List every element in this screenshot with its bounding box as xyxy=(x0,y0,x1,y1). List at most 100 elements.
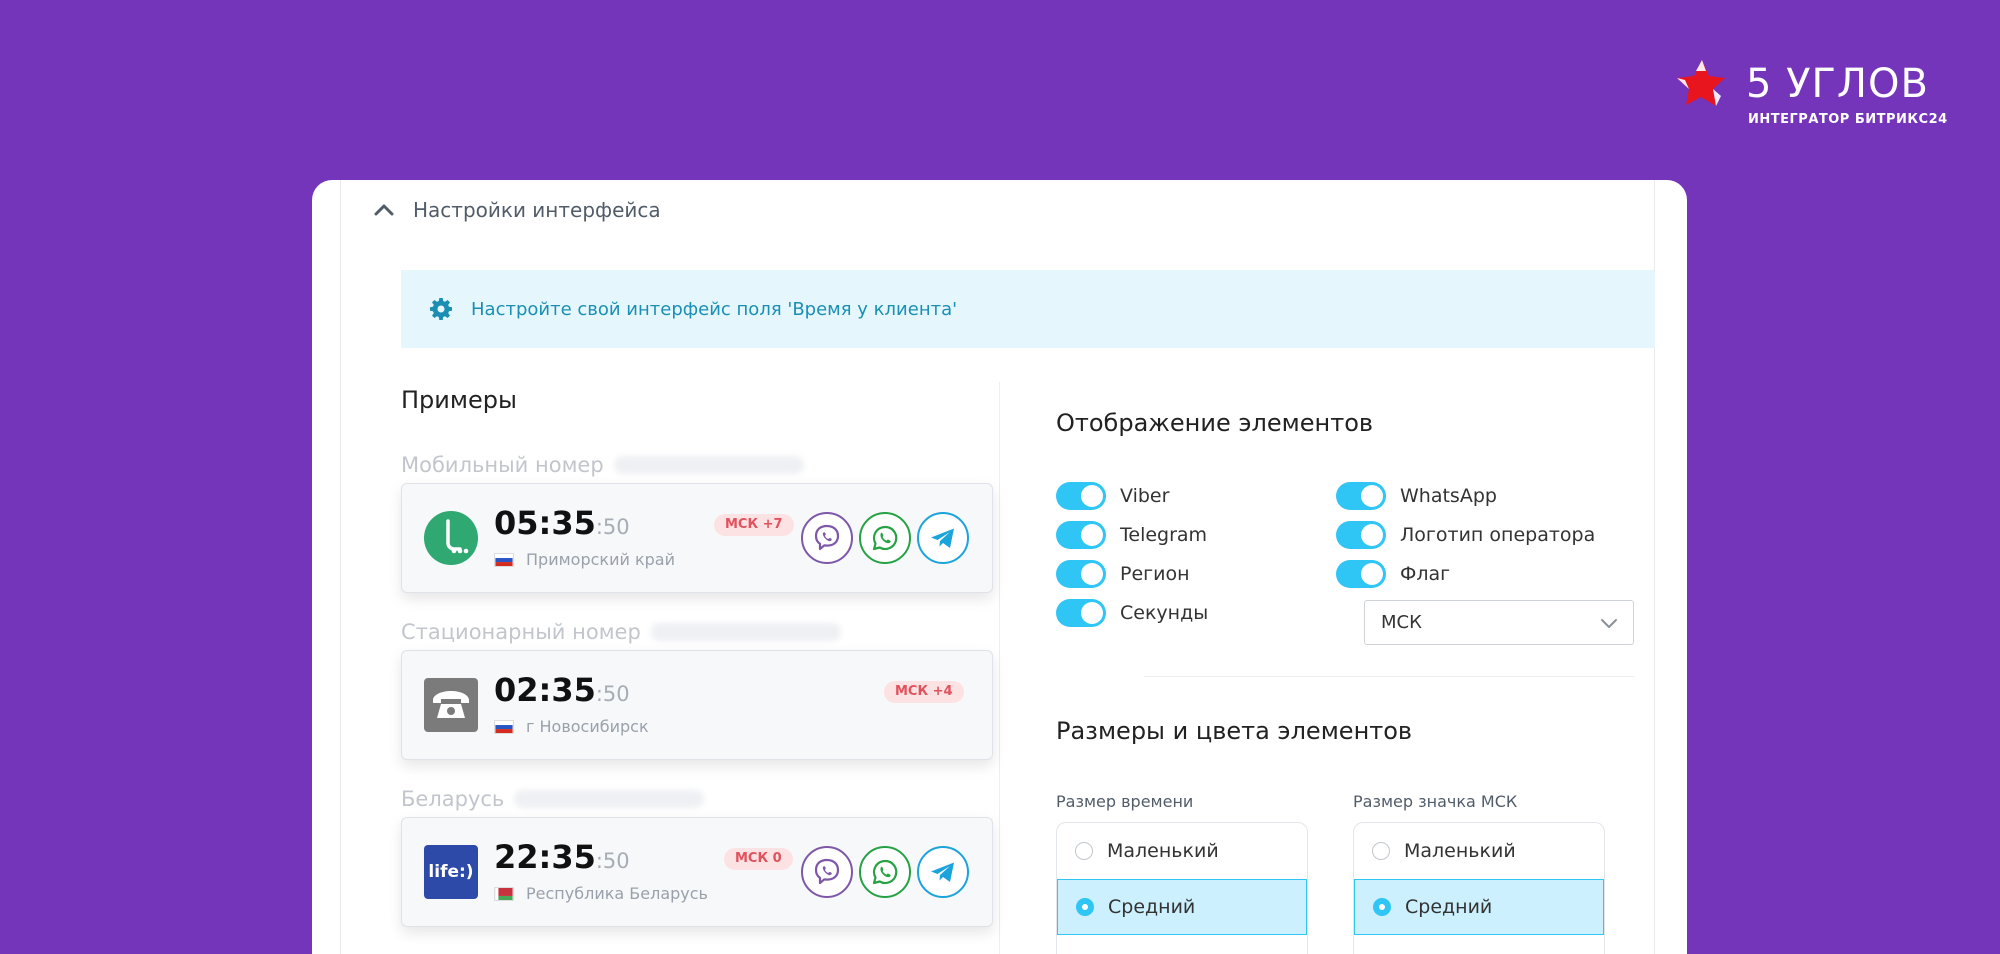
radio-button[interactable] xyxy=(1373,898,1391,916)
region: Приморский край xyxy=(494,550,675,569)
toggle-switch[interactable] xyxy=(1056,599,1106,627)
blurred-phone-number xyxy=(613,456,804,474)
toggle-switch[interactable] xyxy=(1056,482,1106,510)
radio-button[interactable] xyxy=(1075,842,1093,860)
viber-icon xyxy=(814,858,840,885)
radio-button[interactable] xyxy=(1372,842,1390,860)
toggle-switch[interactable] xyxy=(1336,482,1386,510)
toggle-operator-logo[interactable]: Логотип оператора xyxy=(1336,521,1595,549)
radio-label: Средний xyxy=(1108,896,1196,918)
radio-label: Маленький xyxy=(1404,840,1516,862)
msk-size-group: Маленький Средний xyxy=(1353,822,1605,954)
toggle-switch[interactable] xyxy=(1336,521,1386,549)
toggle-switch[interactable] xyxy=(1336,560,1386,588)
region: Республика Беларусь xyxy=(494,884,708,903)
toggle-flag[interactable]: Флаг xyxy=(1336,560,1450,588)
radio-medium[interactable]: Средний xyxy=(1057,879,1307,935)
toggle-label: Флаг xyxy=(1400,563,1451,585)
blurred-phone-number xyxy=(650,623,841,641)
section-toggle[interactable]: Настройки интерфейса xyxy=(373,192,661,228)
landline-phone-icon xyxy=(424,678,478,732)
toggle-region[interactable]: Регион xyxy=(1056,560,1190,588)
russia-flag-icon xyxy=(494,719,514,734)
toggle-seconds[interactable]: Секунды xyxy=(1056,599,1208,627)
toggle-label: Telegram xyxy=(1120,524,1208,546)
brand-subtitle: ИНТЕГРАТОР БИТРИКС24 xyxy=(1748,112,1948,127)
example-label-text: Стационарный номер xyxy=(401,620,641,644)
local-time: 05:35:50 xyxy=(494,504,630,542)
toggle-label: Регион xyxy=(1120,563,1190,585)
info-text: Настройте свой интерфейс поля 'Время у к… xyxy=(471,298,958,320)
life-logo: life:) xyxy=(424,845,478,899)
viber-button[interactable] xyxy=(801,512,853,564)
msk-badge: МСК +4 xyxy=(884,681,964,703)
telegram-button[interactable] xyxy=(917,846,969,898)
toggle-label: Логотип оператора xyxy=(1400,524,1596,546)
region-text: г Новосибирск xyxy=(526,717,649,736)
column-divider xyxy=(999,382,1000,954)
example-label-mobile: Мобильный номер xyxy=(401,453,804,477)
msk-size-label: Размер значка МСК xyxy=(1353,792,1518,811)
local-time: 02:35:50 xyxy=(494,671,630,709)
msk-badge: МСК +7 xyxy=(714,514,794,536)
example-card-belarus: life:) 22:35:50 Республика Беларусь МСК … xyxy=(401,817,993,927)
toggle-label: Секунды xyxy=(1120,602,1209,624)
sizes-title: Размеры и цвета элементов xyxy=(1056,717,1413,745)
time-size-group: Маленький Средний xyxy=(1056,822,1308,954)
blurred-phone-number xyxy=(514,790,705,808)
radio-medium[interactable]: Средний xyxy=(1354,879,1604,935)
section-divider xyxy=(1144,676,1634,677)
time-seconds: :50 xyxy=(595,849,630,873)
time-seconds: :50 xyxy=(595,515,630,539)
region: г Новосибирск xyxy=(494,717,649,736)
megafon-logo xyxy=(424,511,478,565)
display-title: Отображение элементов xyxy=(1056,409,1374,437)
example-card-mobile: 05:35:50 Приморский край МСК +7 xyxy=(401,483,993,593)
example-label-belarus: Беларусь xyxy=(401,787,705,811)
radio-small[interactable]: Маленький xyxy=(1354,823,1604,879)
toggle-telegram[interactable]: Telegram xyxy=(1056,521,1207,549)
toggle-switch[interactable] xyxy=(1056,560,1106,588)
timezone-select[interactable]: МСК xyxy=(1364,600,1634,645)
telegram-button[interactable] xyxy=(917,512,969,564)
whatsapp-icon xyxy=(872,525,898,551)
brand-name: 5 УГЛОВ xyxy=(1746,61,1929,107)
brand-logo: 5 УГЛОВ ИНТЕГРАТОР БИТРИКС24 xyxy=(1676,58,1947,130)
region-text: Приморский край xyxy=(526,550,675,569)
info-alert: Настройте свой интерфейс поля 'Время у к… xyxy=(401,270,1655,348)
region-text: Республика Беларусь xyxy=(526,884,708,903)
viber-button[interactable] xyxy=(801,846,853,898)
russia-flag-icon xyxy=(494,552,514,567)
examples-title: Примеры xyxy=(401,386,517,414)
example-label-text: Мобильный номер xyxy=(401,453,604,477)
gear-icon xyxy=(430,298,452,320)
viber-icon xyxy=(814,524,840,551)
local-time: 22:35:50 xyxy=(494,838,630,876)
chevron-up-icon xyxy=(374,204,394,216)
radio-label: Средний xyxy=(1405,896,1493,918)
time-seconds: :50 xyxy=(595,682,630,706)
radio-small[interactable]: Маленький xyxy=(1057,823,1307,879)
toggle-whatsapp[interactable]: WhatsApp xyxy=(1336,482,1497,510)
whatsapp-button[interactable] xyxy=(859,846,911,898)
msk-badge: МСК 0 xyxy=(724,848,793,870)
chevron-down-icon xyxy=(1601,619,1617,628)
radio-label: Маленький xyxy=(1107,840,1219,862)
toggle-viber[interactable]: Viber xyxy=(1056,482,1169,510)
toggle-switch[interactable] xyxy=(1056,521,1106,549)
whatsapp-button[interactable] xyxy=(859,512,911,564)
example-label-text: Беларусь xyxy=(401,787,505,811)
whatsapp-icon xyxy=(872,859,898,885)
belarus-flag-icon xyxy=(494,886,514,901)
section-title: Настройки интерфейса xyxy=(413,198,661,222)
example-card-landline: 02:35:50 г Новосибирск МСК +4 xyxy=(401,650,993,760)
radio-button[interactable] xyxy=(1076,898,1094,916)
time-size-label: Размер времени xyxy=(1056,792,1194,811)
toggle-label: WhatsApp xyxy=(1400,485,1497,507)
settings-panel: Настройки интерфейса Настройте свой инте… xyxy=(340,180,1655,954)
telegram-icon xyxy=(931,528,954,548)
telegram-icon xyxy=(931,862,954,882)
example-label-landline: Стационарный номер xyxy=(401,620,841,644)
settings-card: Настройки интерфейса Настройте свой инте… xyxy=(312,180,1687,954)
star-logo-icon xyxy=(1677,60,1725,106)
